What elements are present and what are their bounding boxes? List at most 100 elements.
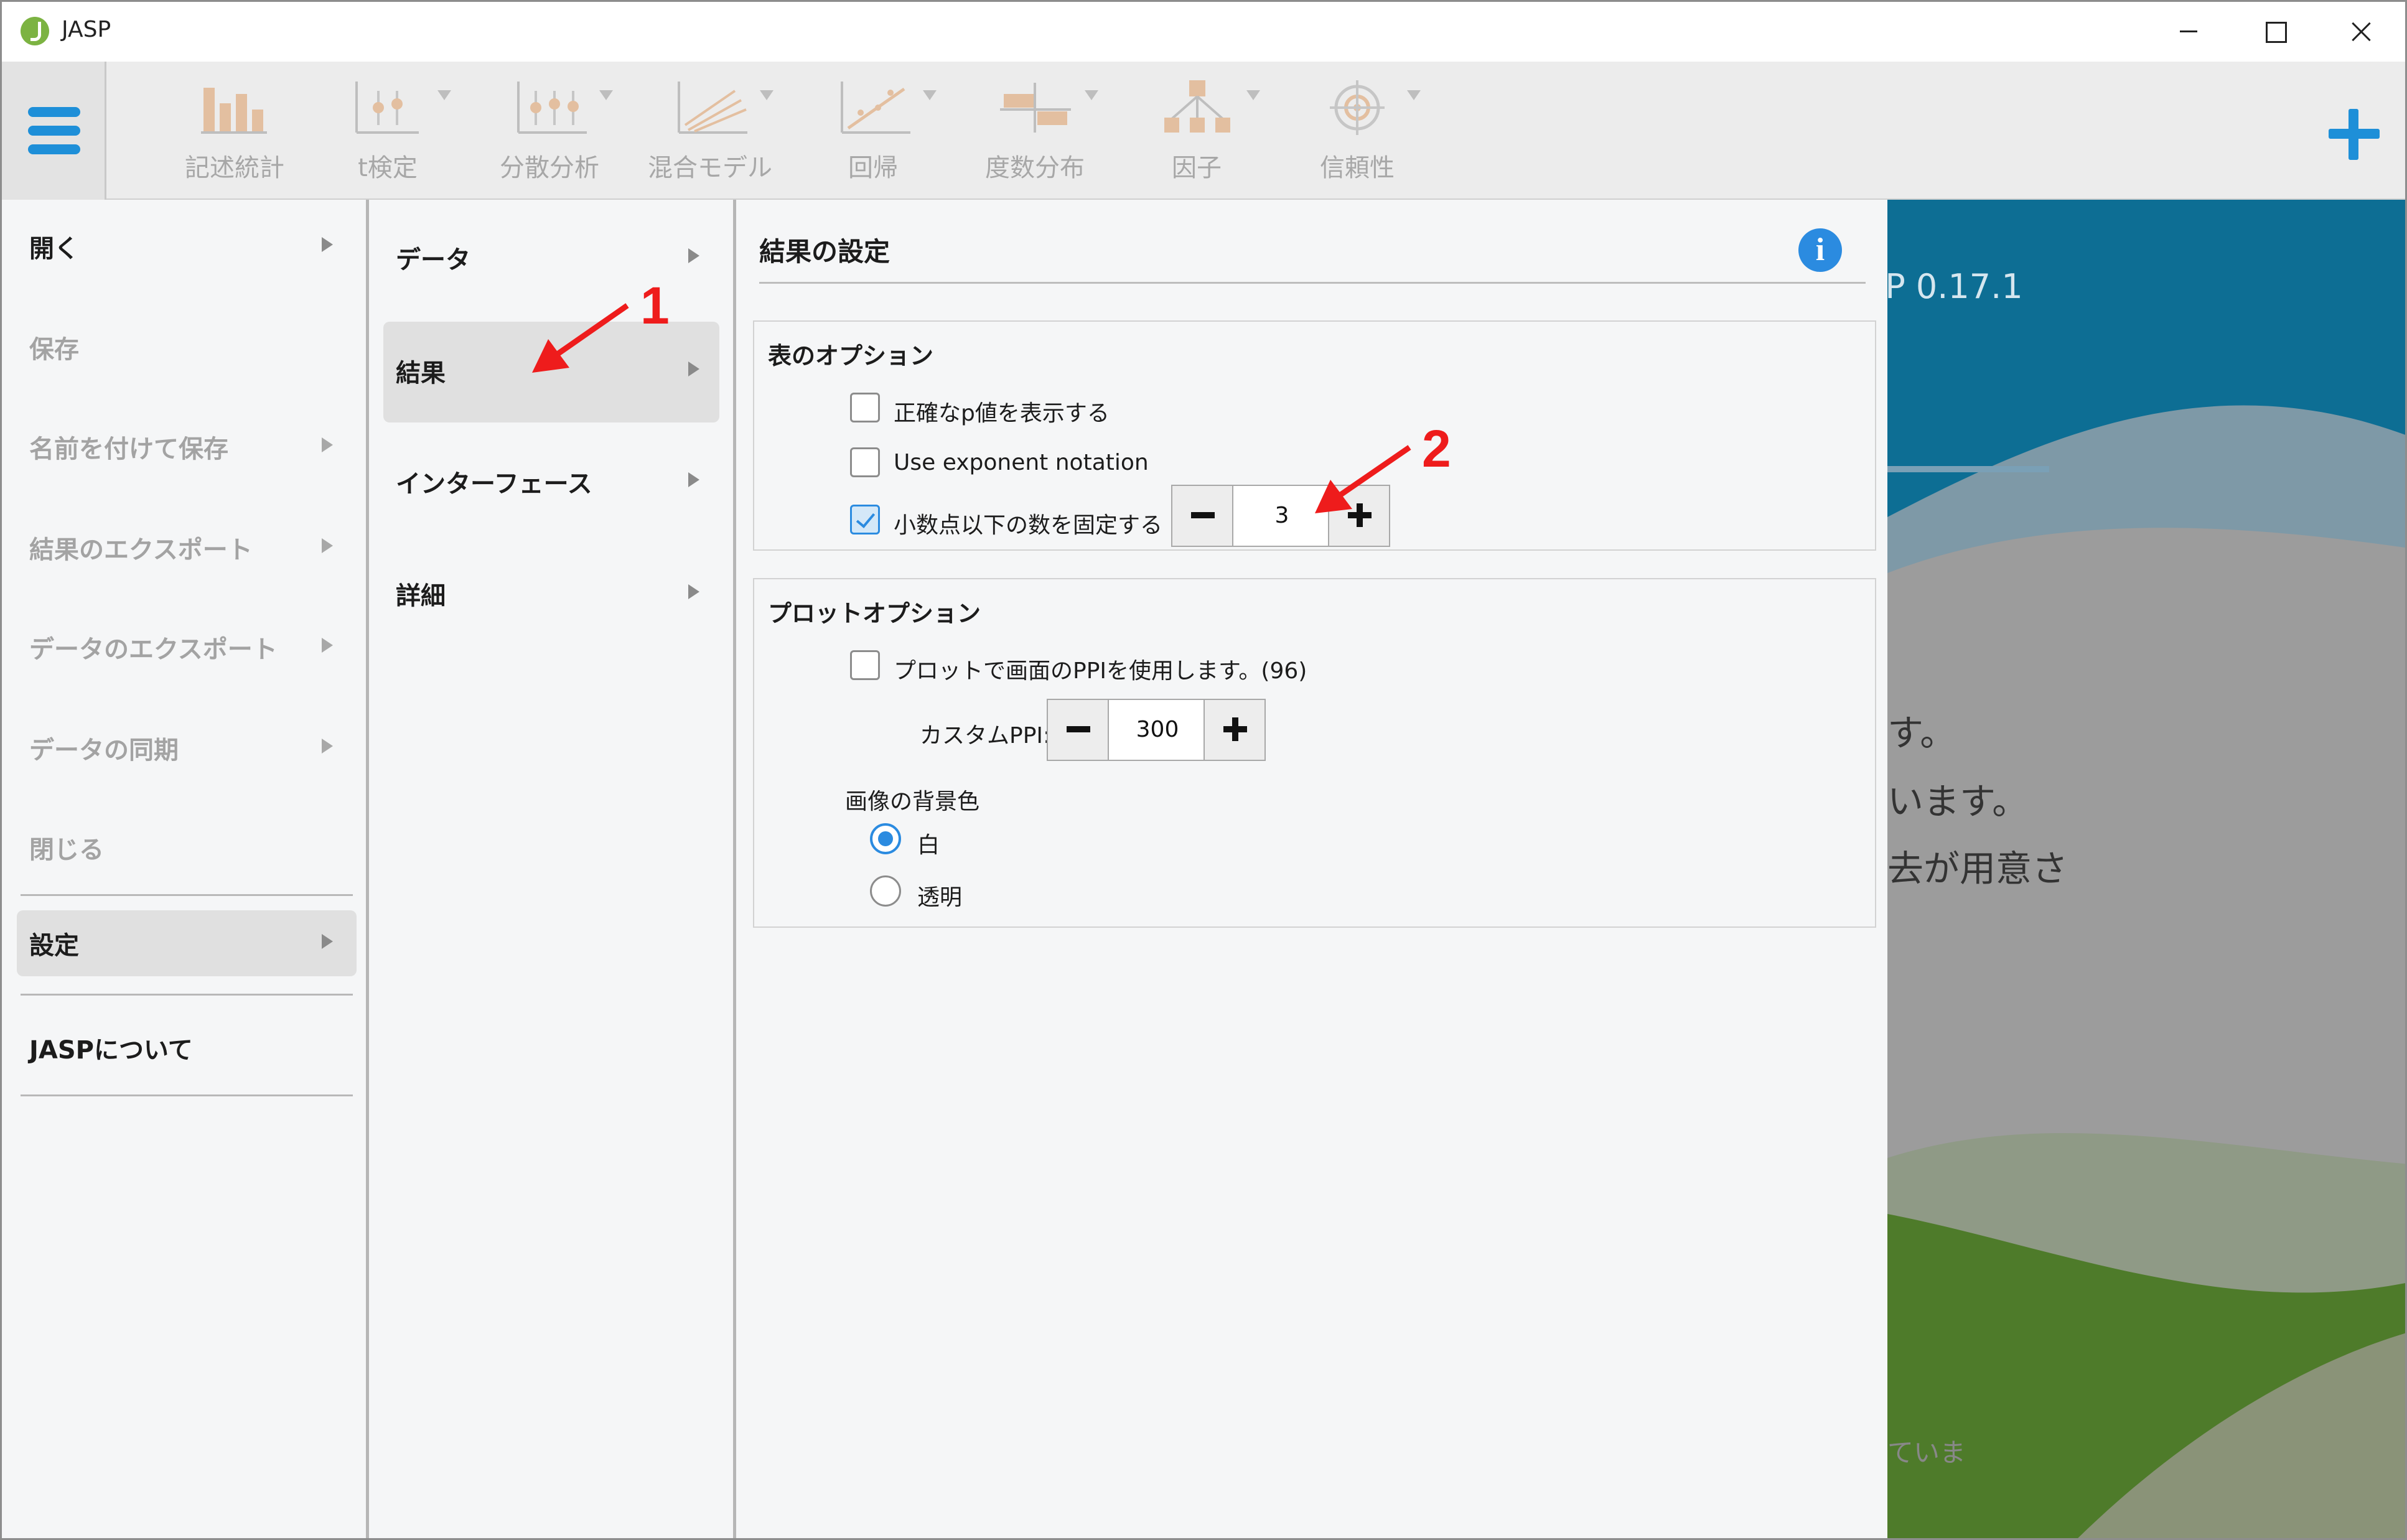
ribbon-mixed-models[interactable]: 混合モデル bbox=[635, 75, 785, 187]
menu-item-export-results[interactable]: 結果のエクスポート bbox=[17, 515, 357, 581]
submenu-item-label: 詳細 bbox=[396, 582, 446, 610]
radio-transparent[interactable] bbox=[870, 875, 901, 907]
menu-item-close[interactable]: 閉じる bbox=[17, 814, 357, 880]
chevron-right-icon bbox=[322, 739, 333, 754]
t-test-icon bbox=[355, 82, 419, 134]
menu-item-label: 閉じる bbox=[29, 836, 104, 864]
chevron-right-icon bbox=[322, 437, 333, 452]
reliability-icon bbox=[1330, 80, 1385, 135]
jasp-logo-icon bbox=[21, 17, 49, 45]
custom-ppi-stepper: 300 bbox=[1047, 699, 1266, 761]
ribbon-regression[interactable]: 回帰 bbox=[798, 75, 948, 187]
checkbox-box[interactable] bbox=[850, 505, 880, 534]
submenu-item-advanced[interactable]: 詳細 bbox=[383, 544, 719, 645]
results-preferences-panel: 結果の設定 i 表のオプション 正確なp値を表示する Use exponent … bbox=[739, 200, 1887, 1538]
menu-item-preferences[interactable]: 設定 bbox=[17, 910, 357, 976]
regression-icon bbox=[841, 82, 910, 134]
chevron-right-icon bbox=[322, 934, 333, 949]
radio-white[interactable] bbox=[870, 823, 901, 854]
frequencies-icon bbox=[1000, 83, 1071, 133]
fix-decimals-checkbox[interactable]: 小数点以下の数を固定する bbox=[850, 502, 1186, 539]
file-menu: 開く 保存 名前を付けて保存 結果のエクスポート データのエクスポート データの… bbox=[2, 200, 369, 1538]
title-bar: JASP bbox=[2, 2, 2405, 62]
chevron-right-icon bbox=[688, 584, 699, 599]
ribbon-factor[interactable]: 因子 bbox=[1122, 75, 1271, 187]
submenu-item-results[interactable]: 結果 bbox=[383, 322, 719, 422]
group-title: 表のオプション bbox=[768, 342, 934, 370]
maximize-button[interactable] bbox=[2230, 2, 2317, 59]
checkbox-label: プロットで画面のPPIを使用します。(96) bbox=[894, 658, 1307, 684]
checkbox-box[interactable] bbox=[850, 393, 880, 422]
decrement-button[interactable] bbox=[1172, 486, 1233, 546]
ribbon-reliability[interactable]: 信頼性 bbox=[1283, 75, 1432, 187]
chevron-right-icon bbox=[688, 472, 699, 487]
factor-icon bbox=[1164, 80, 1230, 133]
increment-button[interactable] bbox=[1204, 700, 1264, 760]
table-options-group: 表のオプション 正確なp値を表示する Use exponent notation… bbox=[753, 320, 1876, 551]
chevron-right-icon bbox=[688, 362, 699, 376]
submenu-item-label: 結果 bbox=[396, 359, 446, 388]
radio-white-label: 白 bbox=[917, 833, 940, 858]
add-module-plus-icon[interactable] bbox=[2326, 106, 2382, 162]
custom-ppi-label: カスタムPPI: bbox=[920, 723, 1051, 749]
ribbon-label: 分散分析 bbox=[500, 154, 599, 182]
increment-button[interactable] bbox=[1328, 486, 1389, 546]
menu-item-sync-data[interactable]: データの同期 bbox=[17, 715, 357, 781]
decrement-button[interactable] bbox=[1048, 700, 1109, 760]
ribbon-t-tests[interactable]: t検定 bbox=[313, 75, 462, 187]
menu-item-save-as[interactable]: 名前を付けて保存 bbox=[17, 414, 357, 480]
checkbox-label: 小数点以下の数を固定する bbox=[894, 513, 1163, 538]
group-title: プロットオプション bbox=[768, 600, 981, 627]
ribbon-frequencies[interactable]: 度数分布 bbox=[960, 75, 1110, 187]
welcome-footer: ていま bbox=[1887, 1437, 1966, 1468]
anova-icon bbox=[517, 82, 587, 134]
menu-item-label: JASPについて bbox=[29, 1036, 193, 1065]
exact-p-value-checkbox[interactable]: 正確なp値を表示する bbox=[850, 390, 1410, 427]
checkbox-label: 正確なp値を表示する bbox=[894, 401, 1110, 426]
welcome-text-line: います。 bbox=[1887, 780, 2029, 823]
mixed-model-icon bbox=[678, 82, 747, 134]
decimals-stepper: 3 bbox=[1171, 485, 1390, 547]
minimize-button[interactable] bbox=[2143, 2, 2230, 59]
menu-item-label: 名前を付けて保存 bbox=[29, 435, 228, 464]
menu-item-save[interactable]: 保存 bbox=[17, 314, 357, 380]
chevron-right-icon bbox=[322, 538, 333, 553]
dropdown-arrow-icon bbox=[437, 90, 451, 100]
hamburger-bar bbox=[28, 126, 80, 136]
submenu-item-interface[interactable]: インターフェース bbox=[383, 432, 719, 533]
title-divider bbox=[759, 282, 1866, 284]
checkbox-box[interactable] bbox=[850, 650, 880, 680]
dropdown-arrow-icon bbox=[1246, 90, 1260, 100]
ribbon-label: 回帰 bbox=[848, 154, 898, 182]
screen-ppi-checkbox[interactable]: プロットで画面のPPIを使用します。(96) bbox=[850, 648, 1472, 685]
ribbon-label: 因子 bbox=[1172, 154, 1222, 182]
menu-divider bbox=[21, 994, 353, 996]
welcome-text-line: す。 bbox=[1887, 712, 1956, 754]
menu-item-label: データの同期 bbox=[29, 736, 179, 765]
chevron-right-icon bbox=[688, 248, 699, 263]
ribbon-descriptives[interactable]: 記述統計 bbox=[160, 75, 309, 187]
checkbox-box[interactable] bbox=[850, 447, 880, 477]
menu-item-about[interactable]: JASPについて bbox=[17, 1015, 357, 1081]
decimals-value[interactable]: 3 bbox=[1233, 486, 1330, 546]
welcome-text-line: 去が用意さ bbox=[1887, 847, 2068, 890]
exponent-notation-checkbox[interactable]: Use exponent notation bbox=[850, 445, 1410, 482]
menu-item-label: 設定 bbox=[29, 931, 79, 960]
ribbon-label: 記述統計 bbox=[185, 154, 284, 182]
chevron-right-icon bbox=[322, 237, 333, 252]
background-color-label: 画像の背景色 bbox=[845, 789, 980, 814]
hamburger-menu-button[interactable] bbox=[2, 62, 106, 200]
ribbon-label: 混合モデル bbox=[648, 154, 772, 182]
close-button[interactable] bbox=[2317, 2, 2404, 59]
ribbon-toolbar: 記述統計 t検定 分散分析 混合モデル 回帰 度数分布 因子 信頼性 bbox=[2, 62, 2405, 200]
plot-options-group: プロットオプション プロットで画面のPPIを使用します。(96) カスタムPPI… bbox=[753, 578, 1876, 928]
window-title: JASP bbox=[62, 17, 111, 42]
ribbon-label: 信頼性 bbox=[1320, 154, 1395, 182]
custom-ppi-value[interactable]: 300 bbox=[1109, 700, 1206, 760]
ribbon-anova[interactable]: 分散分析 bbox=[475, 75, 624, 187]
info-icon[interactable]: i bbox=[1798, 228, 1842, 272]
menu-divider bbox=[21, 894, 353, 896]
menu-item-open[interactable]: 開く bbox=[17, 213, 357, 279]
menu-item-export-data[interactable]: データのエクスポート bbox=[17, 614, 357, 680]
annotation-label-1: 1 bbox=[640, 276, 670, 335]
